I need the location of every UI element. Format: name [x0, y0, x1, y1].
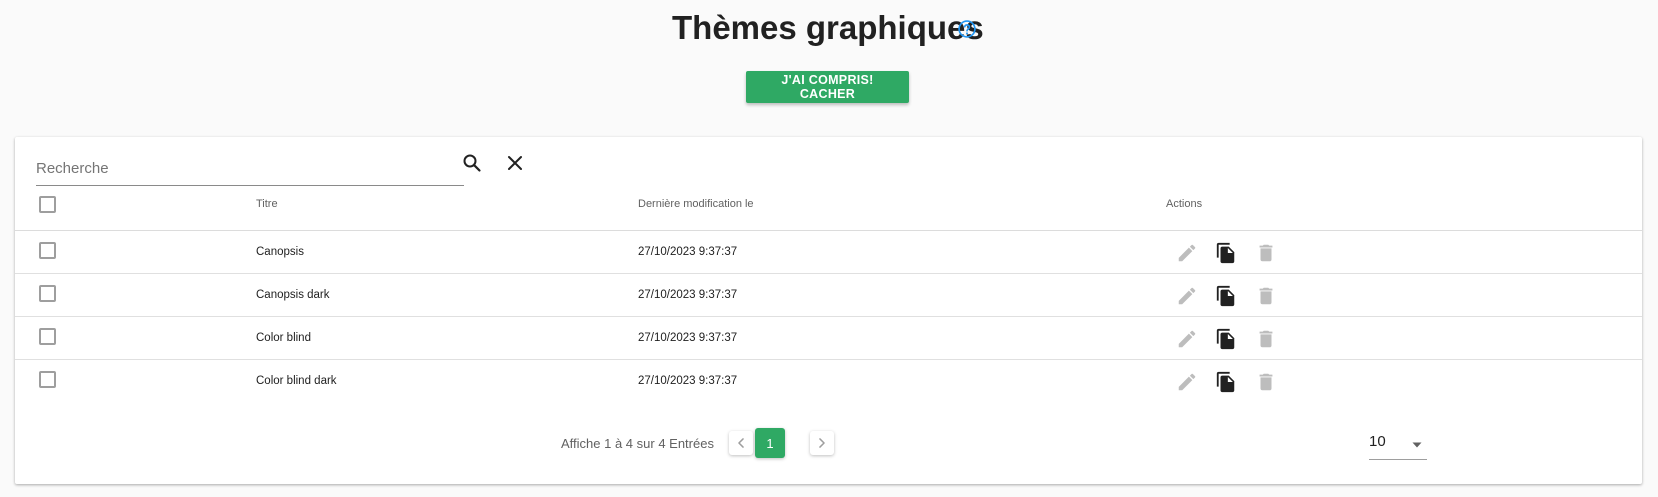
caret-down-icon — [1411, 438, 1423, 450]
table-row[interactable]: Canopsis 27/10/2023 9:37:37 — [15, 231, 1642, 274]
trash-icon[interactable] — [1255, 285, 1277, 307]
copy-icon[interactable] — [1215, 371, 1237, 393]
select-all-checkbox[interactable] — [39, 196, 56, 213]
table-row[interactable]: Color blind 27/10/2023 9:37:37 — [15, 317, 1642, 360]
column-header-actions: Actions — [1166, 198, 1203, 210]
pagination-info: Affiche 1 à 4 sur 4 Entrées — [561, 436, 714, 451]
pencil-icon[interactable] — [1176, 242, 1198, 264]
row-checkbox[interactable] — [39, 328, 56, 345]
row-title: Canopsis — [256, 246, 304, 258]
search-icon[interactable] — [460, 151, 484, 175]
pencil-icon[interactable] — [1176, 328, 1198, 350]
table-row[interactable]: Canopsis dark 27/10/2023 9:37:37 — [15, 274, 1642, 317]
row-modified-date: 27/10/2023 9:37:37 — [638, 246, 738, 258]
pencil-icon[interactable] — [1176, 371, 1198, 393]
row-title: Color blind dark — [256, 375, 337, 387]
page-header: Thèmes graphiques J'ai compris! Cacher — [0, 0, 1658, 130]
row-checkbox[interactable] — [39, 242, 56, 259]
copy-icon[interactable] — [1215, 242, 1237, 264]
column-header-title[interactable]: Titre — [256, 198, 278, 210]
rows-per-page-value: 10 — [1369, 433, 1386, 450]
copy-icon[interactable] — [1215, 285, 1237, 307]
copy-icon[interactable] — [1215, 328, 1237, 350]
row-checkbox[interactable] — [39, 371, 56, 388]
trash-icon[interactable] — [1255, 328, 1277, 350]
table-row[interactable]: Color blind dark 27/10/2023 9:37:37 — [15, 360, 1642, 403]
row-title: Color blind — [256, 332, 311, 344]
row-modified-date: 27/10/2023 9:37:37 — [638, 332, 738, 344]
chevron-right-icon[interactable] — [810, 431, 834, 455]
search-field — [36, 151, 464, 186]
trash-icon[interactable] — [1255, 371, 1277, 393]
row-modified-date: 27/10/2023 9:37:37 — [638, 375, 738, 387]
close-icon[interactable] — [503, 151, 527, 175]
row-title: Canopsis dark — [256, 289, 330, 301]
column-header-modified[interactable]: Dernière modification le — [638, 198, 754, 210]
row-modified-date: 27/10/2023 9:37:37 — [638, 289, 738, 301]
help-circle-icon[interactable] — [957, 19, 977, 39]
pencil-icon[interactable] — [1176, 285, 1198, 307]
search-input[interactable] — [36, 155, 456, 181]
row-checkbox[interactable] — [39, 285, 56, 302]
chevron-left-icon[interactable] — [729, 431, 753, 455]
trash-icon[interactable] — [1255, 242, 1277, 264]
rows-per-page-select[interactable]: 10 — [1369, 427, 1427, 460]
page-title: Thèmes graphiques — [672, 9, 984, 46]
themes-table-card: Titre Dernière modification le Actions C… — [15, 137, 1642, 484]
page-button-current[interactable]: 1 — [755, 428, 785, 458]
hide-help-button[interactable]: J'ai compris! Cacher — [746, 71, 909, 103]
